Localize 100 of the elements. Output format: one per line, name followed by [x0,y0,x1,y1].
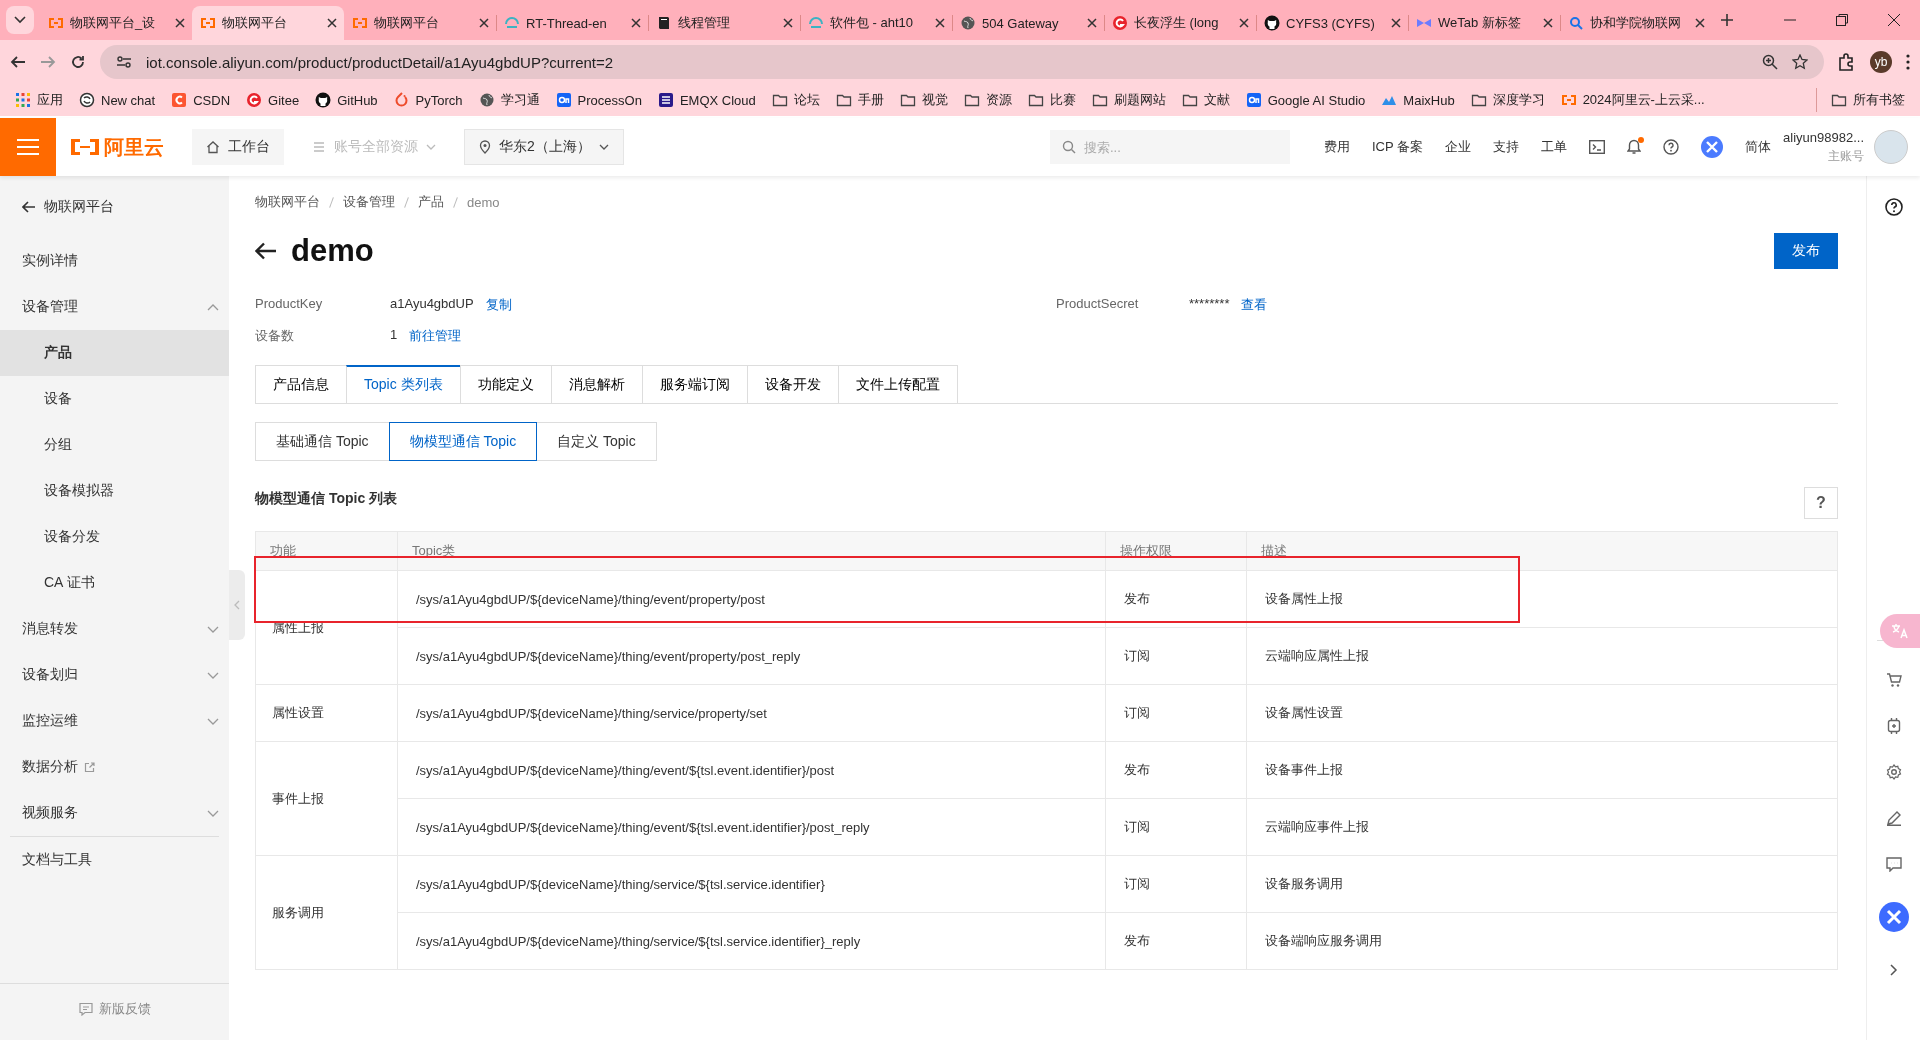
chip-icon[interactable] [1885,718,1902,734]
bookmark[interactable]: 论坛 [766,88,825,112]
sidebar-item[interactable]: 设备 [0,376,229,422]
bookmark[interactable]: ProcessOn [550,89,647,111]
menu-button[interactable] [0,118,56,176]
workbench-button[interactable]: 工作台 [192,129,284,165]
browser-tab[interactable]: 软件包 - aht10 [800,6,952,40]
help-icon[interactable] [1884,198,1903,216]
search-field[interactable]: 搜索... [1050,130,1290,164]
sidebar-item[interactable]: 视频服务 [0,790,229,836]
cross-circle-icon[interactable] [1878,902,1909,932]
publish-button[interactable]: 发布 [1774,233,1838,269]
restore-icon[interactable] [1836,14,1848,26]
subtab[interactable]: 自定义 Topic [536,422,657,461]
bookmark[interactable]: 比赛 [1022,88,1081,112]
breadcrumb-link[interactable]: 产品 [418,193,444,211]
nav-link[interactable]: 费用 [1324,138,1350,156]
browser-tab[interactable]: 504 Gateway [952,6,1104,40]
back-link[interactable]: 物联网平台 [0,176,229,238]
tab[interactable]: 文件上传配置 [837,365,958,403]
bookmark[interactable]: 学习通 [473,88,545,112]
browser-tab[interactable]: 物联网平台_设 [40,6,192,40]
help-icon[interactable] [1663,139,1680,155]
star-icon[interactable] [1792,54,1808,70]
collapse-handle[interactable] [229,570,245,640]
subtab[interactable]: 物模型通信 Topic [388,422,538,461]
close-icon[interactable] [1239,18,1249,28]
close-icon[interactable] [935,18,945,28]
browser-tab[interactable]: CYFS3 (CYFS) [1256,6,1408,40]
zoom-icon[interactable] [1762,54,1778,70]
more-icon[interactable] [1906,54,1910,70]
nav-link[interactable]: 工单 [1541,138,1568,156]
sidebar-item[interactable]: 文档与工具 [10,837,219,883]
bookmark[interactable]: 资源 [958,88,1017,112]
close-icon[interactable] [1888,14,1900,26]
bookmark[interactable]: 视觉 [894,88,953,112]
breadcrumb-link[interactable]: 物联网平台 [255,193,320,211]
bookmark[interactable]: New chat [74,89,161,111]
sidebar-item[interactable]: 监控运维 [0,698,229,744]
sidebar-item[interactable]: 设备模拟器 [0,468,229,514]
new-tab-icon[interactable] [1720,13,1734,27]
bookmark[interactable]: 2024阿里云-上云采... [1555,88,1710,112]
terminal-icon[interactable] [1589,140,1606,154]
tab[interactable]: 产品信息 [255,365,347,403]
bookmark[interactable]: GitHub [310,89,383,111]
profile-avatar[interactable]: yb [1870,51,1892,73]
close-icon[interactable] [327,18,337,28]
bookmark[interactable]: 深度学习 [1465,88,1550,112]
action-link[interactable]: 前往管理 [409,327,462,345]
sidebar-item[interactable]: 消息转发 [0,606,229,652]
address-bar[interactable]: iot.console.aliyun.com/product/productDetail/a1Ayu4gbdUP?current=2 [100,45,1824,79]
browser-tab[interactable]: 物联网平台 [344,6,496,40]
chevron-right-icon[interactable] [1889,964,1898,976]
bookmark[interactable]: 文献 [1176,88,1235,112]
reload-icon[interactable] [70,54,86,70]
chat-icon[interactable] [1885,856,1902,872]
cross-circle-icon[interactable] [1701,136,1724,158]
nav-link[interactable]: ICP 备案 [1372,138,1424,156]
sidebar-item[interactable]: 设备划归 [0,652,229,698]
extensions-icon[interactable] [1838,53,1856,71]
sidebar-item[interactable]: CA 证书 [0,560,229,606]
browser-tab[interactable]: 线程管理 [648,6,800,40]
action-link[interactable]: 查看 [1241,296,1268,314]
close-icon[interactable] [783,18,793,28]
browser-tab[interactable]: 物联网平台 [192,6,344,40]
tab-search-button[interactable] [6,6,34,34]
back-arrow-icon[interactable] [255,242,277,260]
bookmark[interactable]: MaixHub [1376,89,1460,111]
bookmark[interactable]: EMQX Cloud [652,89,761,111]
notification-bell-icon[interactable] [1627,139,1642,155]
language-link[interactable]: 简体 [1745,138,1772,156]
back-icon[interactable] [10,54,26,70]
sidebar-item[interactable]: 分组 [0,422,229,468]
bookmark[interactable]: 应用 [10,88,68,112]
close-icon[interactable] [1543,18,1553,28]
close-icon[interactable] [175,18,185,28]
sidebar-item[interactable]: 设备管理 [0,284,229,330]
close-icon[interactable] [479,18,489,28]
cart-icon[interactable] [1885,672,1902,688]
browser-tab[interactable]: RT-Thread-en [496,6,648,40]
close-icon[interactable] [1391,18,1401,28]
browser-tab[interactable]: 协和学院物联网 [1560,6,1712,40]
settings-icon[interactable] [1885,764,1902,780]
sidebar-item[interactable]: 设备分发 [0,514,229,560]
browser-tab[interactable]: WeTab 新标签 [1408,6,1560,40]
sidebar-item[interactable]: 实例详情 [0,238,229,284]
bookmark[interactable]: Google AI Studio [1240,89,1371,111]
action-link[interactable]: 复制 [485,296,512,314]
browser-tab[interactable]: 长夜浮生 (long [1104,6,1256,40]
nav-link[interactable]: 企业 [1445,138,1472,156]
all-bookmarks[interactable]: 所有书签 [1816,88,1910,112]
bookmark[interactable]: 刷题网站 [1086,88,1171,112]
nav-link[interactable]: 支持 [1493,138,1520,156]
region-dropdown[interactable]: 华东2（上海） [464,129,624,165]
account-name[interactable]: aliyun98982... [1783,129,1864,147]
close-icon[interactable] [631,18,641,28]
edit-icon[interactable] [1885,810,1902,826]
bookmark[interactable]: 手册 [830,88,889,112]
close-icon[interactable] [1087,18,1097,28]
bookmark[interactable]: PyTorch [388,89,468,111]
